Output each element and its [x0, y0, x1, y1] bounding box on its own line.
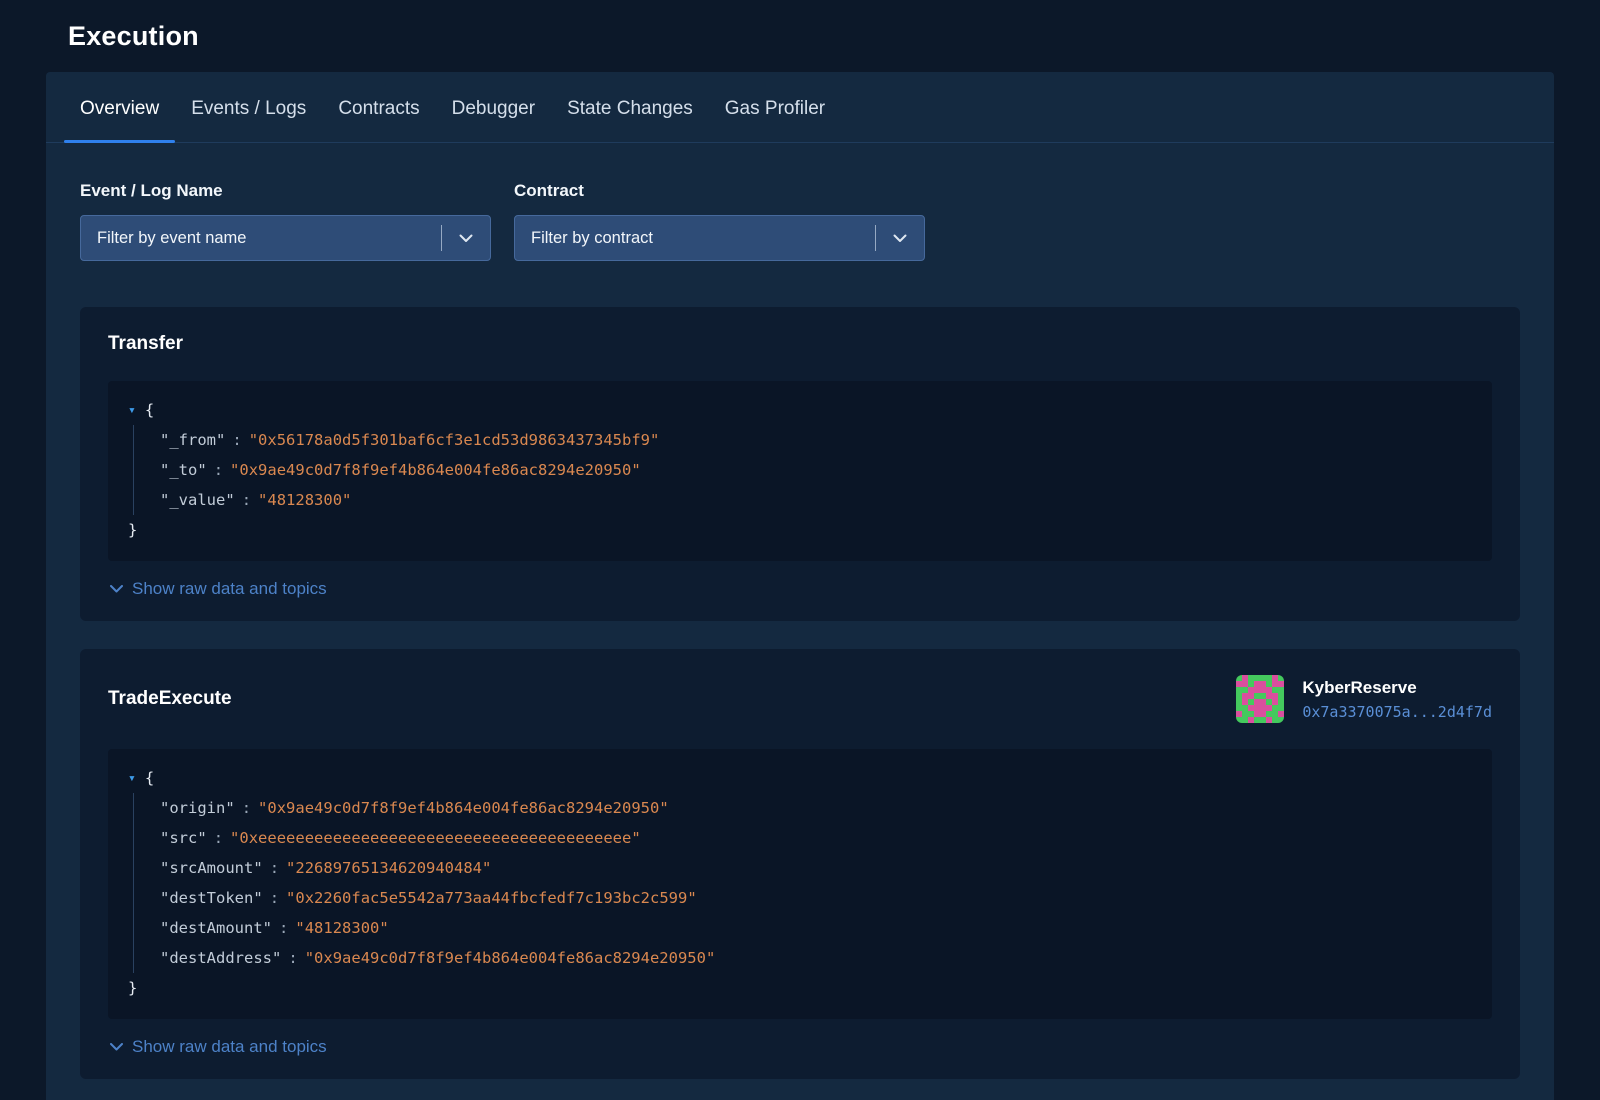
contract-filter-label: Contract — [514, 181, 584, 200]
event-card-transfer: Transfer ▾ { _from:0x56178a0d5f301baf6cf… — [80, 307, 1520, 621]
json-key: destAmount — [160, 919, 272, 937]
tab-contracts[interactable]: Contracts — [322, 72, 435, 142]
json-value: 0x56178a0d5f301baf6cf3e1cd53d9863437345b… — [249, 431, 660, 449]
event-json-block: ▾ { _from:0x56178a0d5f301baf6cf3e1cd53d9… — [108, 381, 1492, 561]
json-key: _from — [160, 431, 225, 449]
json-value: 0x2260fac5e5542a773aa44fbcfedf7c193bc2c5… — [286, 889, 697, 907]
contract-avatar-icon — [1236, 675, 1285, 723]
close-brace: } — [128, 979, 138, 997]
collapse-triangle-icon[interactable]: ▾ — [128, 404, 136, 417]
json-colon: : — [279, 919, 289, 937]
tab-events-logs[interactable]: Events / Logs — [175, 72, 322, 142]
json-field-row: destToken:0x2260fac5e5542a773aa44fbcfedf… — [160, 883, 1472, 913]
show-raw-data-label: Show raw data and topics — [132, 1037, 327, 1056]
json-colon: : — [213, 461, 224, 479]
dropdown-divider — [875, 225, 876, 251]
chevron-down-icon — [110, 585, 123, 593]
chevron-down-icon — [110, 1043, 123, 1051]
json-open-line: ▾ { — [128, 395, 1472, 425]
event-name: Transfer — [108, 333, 183, 354]
filters-row: Event / Log Name Filter by event name Co… — [46, 143, 1554, 261]
json-field-row: src:0xeeeeeeeeeeeeeeeeeeeeeeeeeeeeeeeeee… — [160, 823, 1472, 853]
json-value: 0xeeeeeeeeeeeeeeeeeeeeeeeeeeeeeeeeeeeeee… — [230, 829, 641, 847]
event-filter-dropdown[interactable]: Filter by event name — [80, 215, 491, 261]
json-key: destAddress — [160, 949, 281, 967]
json-key: _value — [160, 491, 235, 509]
json-colon: : — [269, 889, 280, 907]
event-filter-label: Event / Log Name — [80, 181, 223, 200]
json-key: src — [160, 829, 207, 847]
contract-filter-group: Contract Filter by contract — [514, 181, 925, 261]
json-colon: : — [269, 859, 280, 877]
show-raw-data-toggle[interactable]: Show raw data and topics — [108, 579, 1492, 599]
contract-name: KyberReserve — [1302, 677, 1417, 697]
json-value: 0x9ae49c0d7f8f9ef4b864e004fe86ac8294e209… — [305, 949, 716, 967]
json-key: origin — [160, 799, 235, 817]
tab-state-changes[interactable]: State Changes — [551, 72, 709, 142]
tab-gas-profiler[interactable]: Gas Profiler — [709, 72, 841, 142]
json-key: destToken — [160, 889, 263, 907]
show-raw-data-toggle[interactable]: Show raw data and topics — [108, 1037, 1492, 1057]
json-value: 48128300 — [295, 919, 388, 937]
json-value: 48128300 — [258, 491, 351, 509]
json-colon: : — [241, 799, 252, 817]
event-name: TradeExecute — [108, 688, 232, 709]
event-json-block: ▾ { origin:0x9ae49c0d7f8f9ef4b864e004fe8… — [108, 749, 1492, 1019]
json-value: 22689765134620940484 — [286, 859, 491, 877]
chevron-down-icon — [876, 234, 924, 243]
contract-filter-placeholder: Filter by contract — [531, 228, 653, 247]
json-fields: origin:0x9ae49c0d7f8f9ef4b864e004fe86ac8… — [133, 793, 1472, 973]
json-colon: : — [213, 829, 224, 847]
contract-identity: KyberReserve 0x7a3370075a...2d4f7d — [1302, 678, 1492, 721]
json-value: 0x9ae49c0d7f8f9ef4b864e004fe86ac8294e209… — [230, 461, 641, 479]
event-filter-placeholder: Filter by event name — [97, 228, 247, 247]
page-header: Execution — [0, 0, 1600, 72]
event-card-header: Transfer — [108, 333, 1492, 355]
tab-overview[interactable]: Overview — [64, 72, 176, 143]
event-card-header: TradeExecute KyberReserve 0x7a3370075a..… — [108, 675, 1492, 723]
json-open-line: ▾ { — [128, 763, 1472, 793]
dropdown-divider — [441, 225, 442, 251]
json-field-row: srcAmount:22689765134620940484 — [160, 853, 1472, 883]
json-field-row: _value:48128300 — [160, 485, 1472, 515]
json-colon: : — [232, 431, 242, 449]
json-key: srcAmount — [160, 859, 263, 877]
open-brace: { — [144, 769, 155, 787]
json-field-row: _from:0x56178a0d5f301baf6cf3e1cd53d98634… — [160, 425, 1472, 455]
json-key: _to — [160, 461, 207, 479]
chevron-down-icon — [442, 234, 490, 243]
contract-address-link[interactable]: 0x7a3370075a...2d4f7d — [1302, 703, 1492, 721]
page-title: Execution — [68, 20, 199, 51]
show-raw-data-label: Show raw data and topics — [132, 579, 327, 598]
execution-panel: Overview Events / Logs Contracts Debugge… — [46, 72, 1554, 1100]
json-field-row: destAmount:48128300 — [160, 913, 1472, 943]
json-value: 0x9ae49c0d7f8f9ef4b864e004fe86ac8294e209… — [258, 799, 669, 817]
json-close-line: } — [128, 973, 1472, 1003]
tab-debugger[interactable]: Debugger — [436, 72, 551, 142]
event-filter-group: Event / Log Name Filter by event name — [80, 181, 491, 261]
json-fields: _from:0x56178a0d5f301baf6cf3e1cd53d98634… — [133, 425, 1472, 515]
tab-bar: Overview Events / Logs Contracts Debugge… — [46, 72, 1554, 143]
contract-chip: KyberReserve 0x7a3370075a...2d4f7d — [1236, 675, 1492, 723]
event-card-trade-execute: TradeExecute KyberReserve 0x7a3370075a..… — [80, 649, 1520, 1079]
json-field-row: origin:0x9ae49c0d7f8f9ef4b864e004fe86ac8… — [160, 793, 1472, 823]
json-colon: : — [241, 491, 252, 509]
json-field-row: _to:0x9ae49c0d7f8f9ef4b864e004fe86ac8294… — [160, 455, 1472, 485]
collapse-triangle-icon[interactable]: ▾ — [128, 772, 136, 785]
contract-filter-dropdown[interactable]: Filter by contract — [514, 215, 925, 261]
close-brace: } — [128, 521, 138, 539]
open-brace: { — [144, 401, 155, 419]
json-colon: : — [288, 949, 298, 967]
json-close-line: } — [128, 515, 1472, 545]
json-field-row: destAddress:0x9ae49c0d7f8f9ef4b864e004fe… — [160, 943, 1472, 973]
